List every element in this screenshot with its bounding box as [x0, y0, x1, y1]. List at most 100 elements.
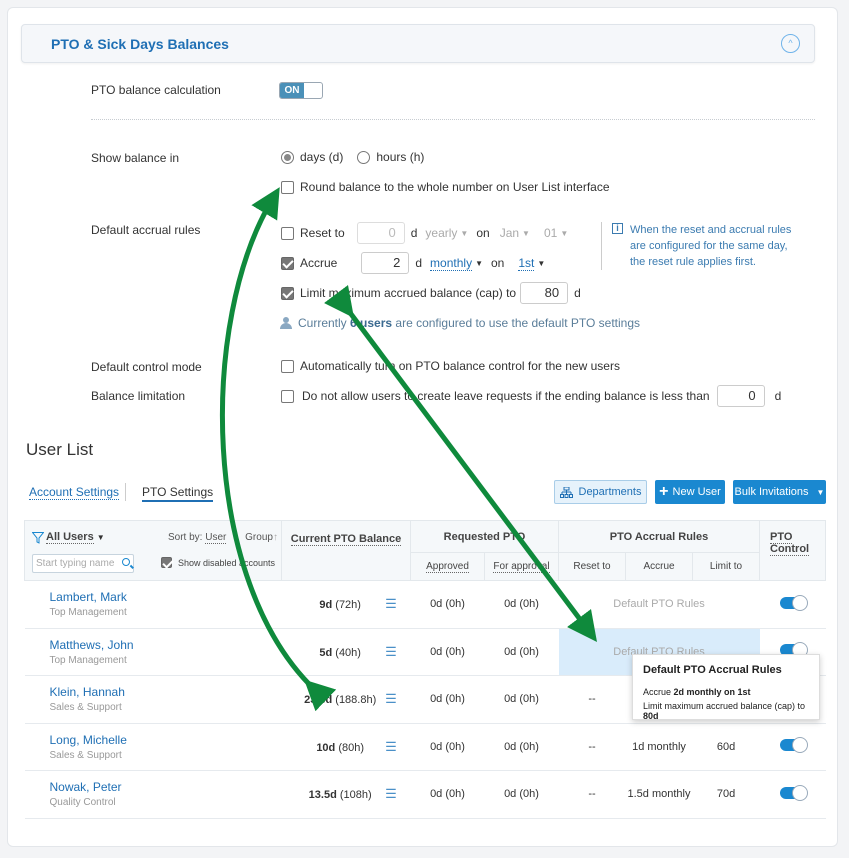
- search-input[interactable]: Start typing name: [32, 554, 134, 573]
- col-pto-control[interactable]: PTO Control: [759, 520, 827, 581]
- balance-cell: 9d (72h) ☰: [281, 580, 411, 629]
- balance-days: 10d: [316, 741, 336, 754]
- col-for-approval-label: For approval: [493, 561, 550, 573]
- accrue-period-value: monthly: [430, 256, 473, 271]
- org-chart-icon: [559, 486, 573, 498]
- round-balance-label: Round balance to the whole number on Use…: [300, 180, 610, 194]
- users-note: Currently 6 users are configured to use …: [280, 316, 640, 330]
- approved-cell: 0d (0h): [410, 580, 485, 629]
- departments-button[interactable]: Departments: [554, 480, 647, 504]
- info-note: i When the reset and accrual rules are c…: [601, 222, 801, 270]
- table-row: Long, Michelle Sales & Support 10d (80h) ☰…: [24, 723, 826, 771]
- balance-hours: (72h): [335, 599, 361, 612]
- departments-label: Departments: [578, 486, 642, 498]
- chevron-up-icon[interactable]: ^: [781, 34, 800, 53]
- toggle-on-label: ON: [280, 83, 304, 98]
- all-users-filter[interactable]: All Users ▼: [32, 531, 105, 544]
- reset-checkbox[interactable]: [281, 226, 294, 240]
- radio-days[interactable]: [281, 150, 294, 164]
- col-reset-to: Reset to: [558, 552, 626, 581]
- accrue-period-dropdown[interactable]: monthly ▼: [430, 256, 483, 271]
- tab-pto-settings[interactable]: PTO Settings: [142, 485, 214, 502]
- list-icon[interactable]: ☰: [385, 739, 397, 754]
- tooltip-line-1-bold: 2d monthly on 1st: [673, 687, 751, 697]
- tab-account-settings[interactable]: Account Settings: [29, 485, 120, 500]
- caret-down-icon: ▼: [537, 259, 546, 269]
- cap-label: Limit maximum accrued balance (cap) to: [300, 286, 517, 300]
- reset-month-dropdown[interactable]: Jan ▼: [500, 226, 530, 240]
- new-user-button[interactable]: + New User: [655, 480, 725, 504]
- col-approved-label: Approved: [426, 561, 469, 573]
- pto-calc-toggle[interactable]: ON: [279, 82, 323, 99]
- accrue-checkbox[interactable]: [281, 256, 294, 270]
- sort-group-link[interactable]: Group: [245, 532, 273, 543]
- user-department: Top Management: [49, 607, 127, 619]
- bulk-invitations-button[interactable]: Bulk Invitations ▼: [733, 480, 826, 504]
- user-cell: Klein, Hannah Sales & Support: [24, 675, 282, 724]
- auto-control-checkbox[interactable]: [281, 359, 294, 373]
- reset-value-input[interactable]: 0: [356, 222, 405, 244]
- list-icon[interactable]: ☰: [385, 691, 397, 706]
- col-accrual-rules: PTO Accrual Rules: [557, 520, 761, 553]
- balance-limit-input[interactable]: 0: [716, 385, 765, 407]
- caret-down-icon: ▼: [522, 229, 530, 239]
- balance-hours: (40h): [335, 646, 361, 659]
- balance-days: 5d: [319, 646, 333, 659]
- user-name-link[interactable]: Lambert, Mark: [50, 590, 282, 604]
- tooltip-title: Default PTO Accrual Rules: [643, 664, 782, 676]
- sort-user-link[interactable]: User: [205, 532, 227, 544]
- list-icon[interactable]: ☰: [385, 596, 397, 611]
- user-icon: [280, 317, 292, 329]
- pto-control-cell: [759, 580, 826, 629]
- user-name-link[interactable]: Matthews, John: [50, 638, 282, 652]
- accrue-day-dropdown[interactable]: 1st ▼: [518, 256, 546, 271]
- table-row: Nowak, Peter Quality Control 13.5d (108h)…: [24, 770, 826, 819]
- col-for-approval[interactable]: For approval: [484, 552, 559, 581]
- caret-down-icon: ▼: [560, 229, 569, 239]
- accrual-rules-label: Default accrual rules: [91, 223, 201, 237]
- accrue-on-label: on: [491, 256, 505, 270]
- bulk-label: Bulk Invitations: [734, 486, 809, 498]
- user-cell: Nowak, Peter Quality Control: [24, 770, 282, 819]
- col-current-balance[interactable]: Current PTO Balance: [281, 520, 411, 581]
- round-balance-checkbox[interactable]: [281, 180, 294, 194]
- balance-hours: (188.8h): [335, 694, 377, 707]
- auto-control-label: Automatically turn on PTO balance contro…: [300, 359, 620, 373]
- pto-control-toggle[interactable]: [779, 737, 808, 754]
- show-disabled-checkbox[interactable]: [161, 557, 172, 568]
- tooltip-line-2-text: Limit maximum accrued balance (cap) to: [643, 701, 806, 711]
- pto-control-toggle[interactable]: [779, 784, 808, 801]
- caret-down-icon: ▼: [475, 259, 483, 269]
- pto-calc-label: PTO balance calculation: [91, 83, 221, 97]
- radio-hours[interactable]: [357, 150, 371, 164]
- users-note-post: are configured to use the default PTO se…: [395, 316, 640, 330]
- col-approved[interactable]: Approved: [410, 552, 485, 581]
- approved-cell: 0d (0h): [410, 675, 485, 724]
- user-name-link[interactable]: Long, Michelle: [50, 733, 282, 747]
- balance-limit-checkbox[interactable]: [281, 389, 294, 403]
- reset-period-dropdown[interactable]: yearly ▼: [425, 226, 468, 240]
- filter-icon: [32, 531, 44, 544]
- cap-checkbox[interactable]: [281, 286, 294, 300]
- col-pto-control-label: PTO Control: [770, 531, 810, 556]
- reset-month-value: Jan: [499, 226, 520, 240]
- user-name-link[interactable]: Klein, Hannah: [50, 685, 282, 699]
- list-icon[interactable]: ☰: [385, 786, 397, 801]
- for-approval-cell: 0d (0h): [484, 580, 559, 629]
- users-note-pre: Currently: [298, 316, 347, 330]
- panel-header[interactable]: PTO & Sick Days Balances ^: [21, 24, 815, 63]
- tooltip-line-1: Accrue 2d monthly on 1st: [643, 687, 809, 697]
- info-text: When the reset and accrual rules are con…: [630, 224, 792, 268]
- tooltip-line-2: Limit maximum accrued balance (cap) to 8…: [643, 701, 809, 721]
- accrual-rules-cell[interactable]: Default PTO Rules: [558, 580, 760, 629]
- accrue-value-input[interactable]: 2: [361, 252, 410, 274]
- pto-control-toggle[interactable]: [779, 594, 808, 611]
- user-name-link[interactable]: Nowak, Peter: [50, 780, 282, 794]
- reset-day-dropdown[interactable]: 01 ▼: [544, 226, 568, 240]
- balance-hours: (80h): [338, 741, 365, 754]
- cap-value-input[interactable]: 80: [520, 282, 569, 304]
- reset-unit: d: [410, 226, 418, 240]
- for-approval-cell: 0d (0h): [484, 770, 559, 819]
- list-icon[interactable]: ☰: [385, 644, 397, 659]
- accrual-rules-tooltip: Default PTO Accrual Rules Accrue 2d mont…: [632, 654, 820, 721]
